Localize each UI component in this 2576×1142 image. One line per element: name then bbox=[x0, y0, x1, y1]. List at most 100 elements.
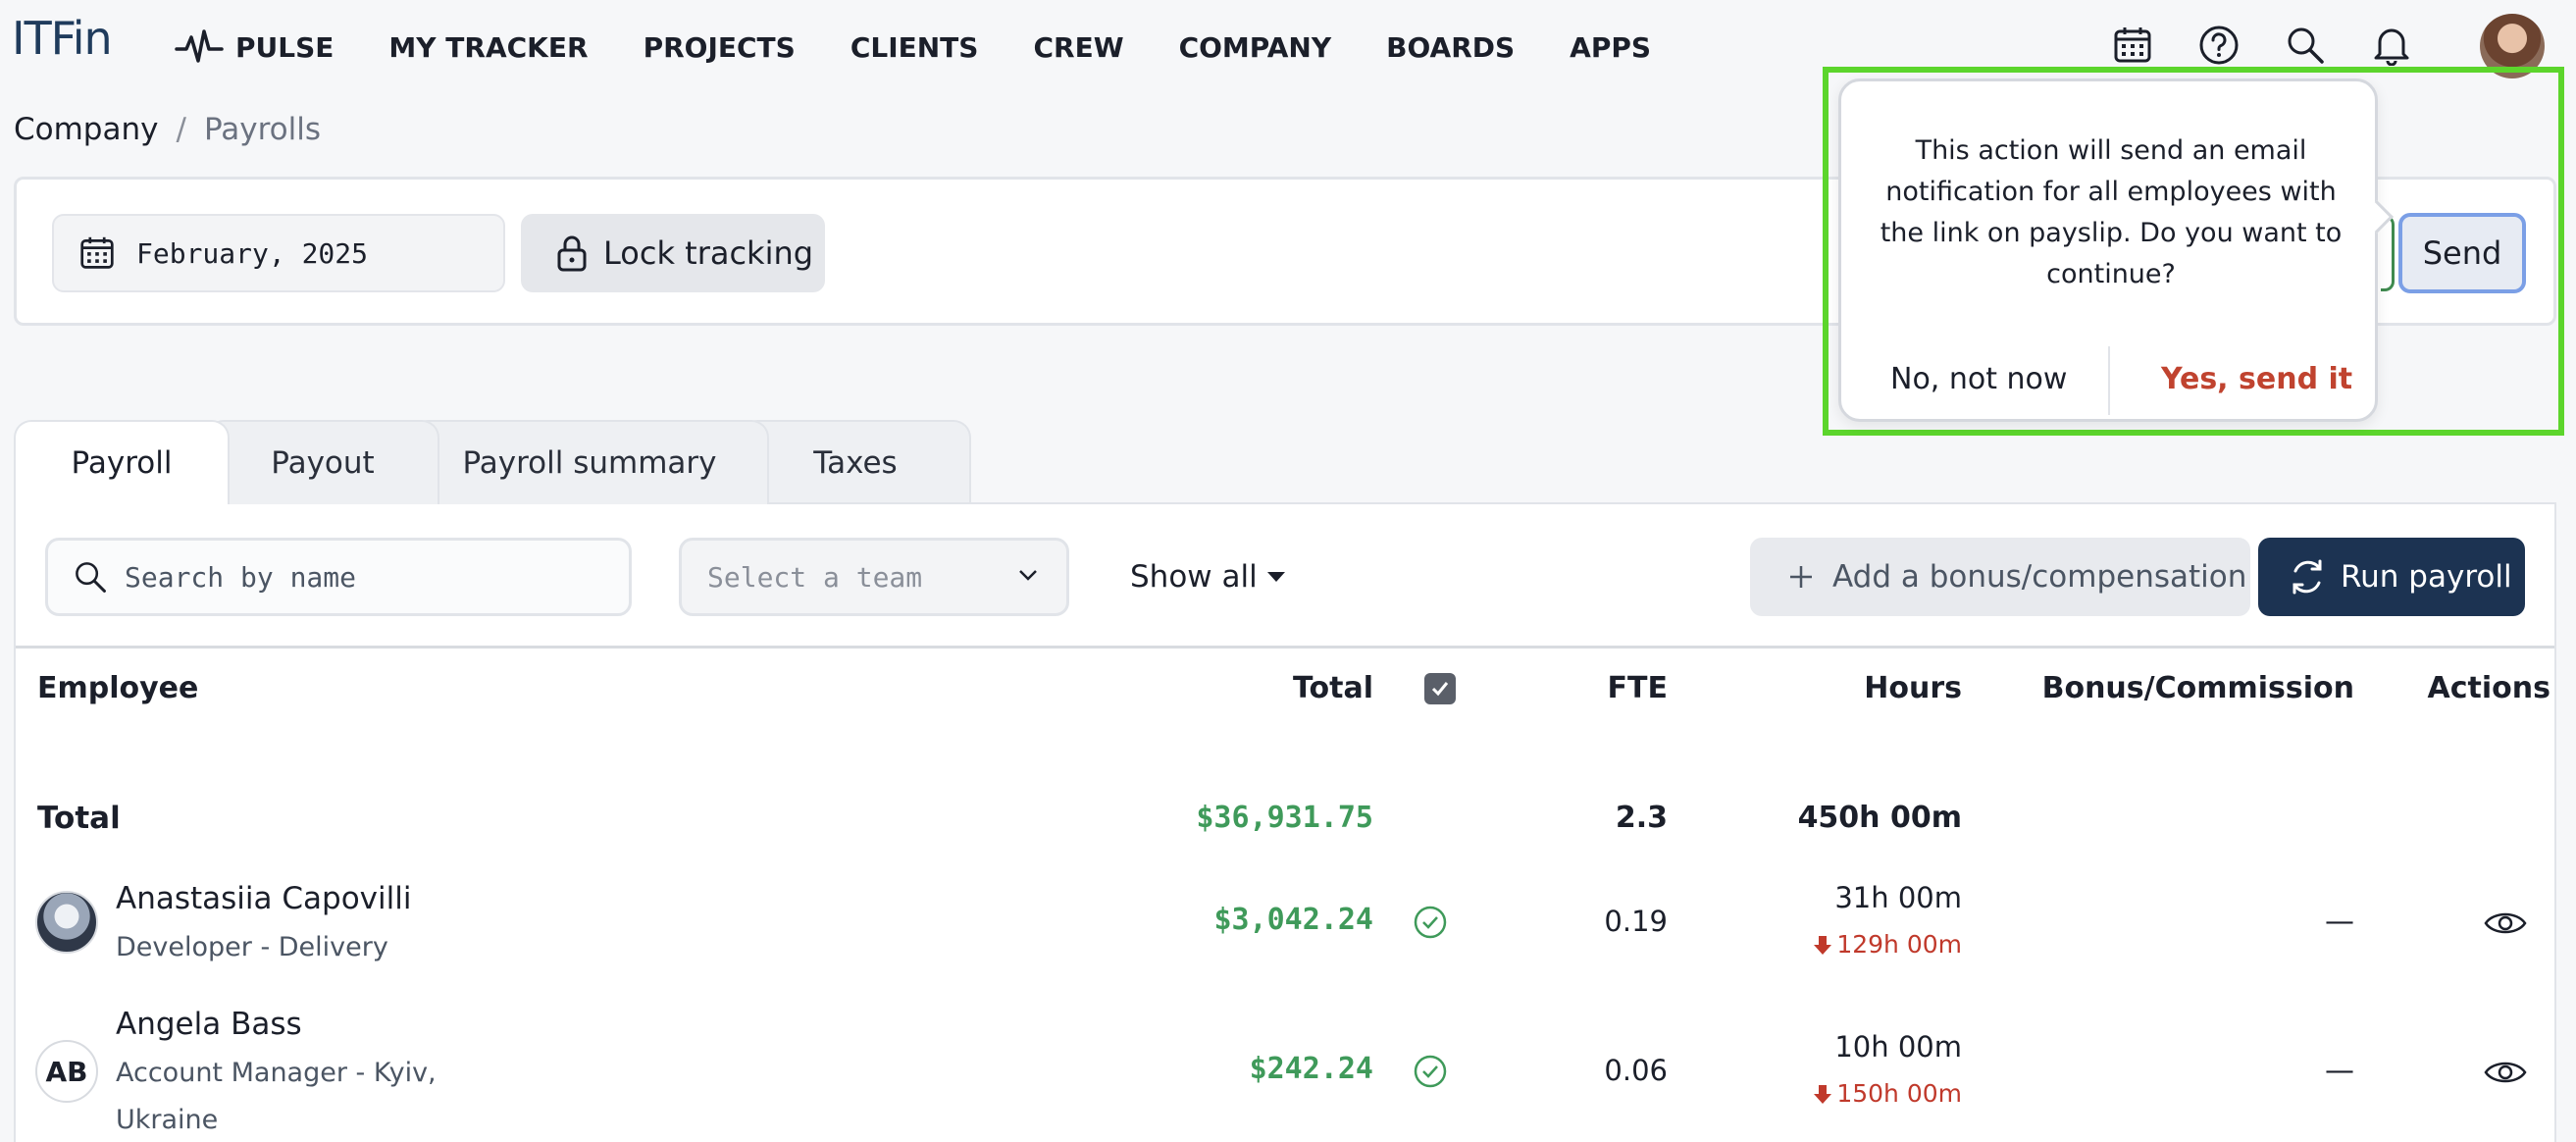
employee-name[interactable]: Anastasiia Capovilli bbox=[116, 881, 411, 916]
nav-item-boards[interactable]: BOARDS bbox=[1386, 31, 1515, 64]
nav-item-crew[interactable]: CREW bbox=[1033, 31, 1123, 64]
col-actions: Actions bbox=[2427, 671, 2550, 705]
breadcrumb: Company / Payrolls bbox=[14, 112, 321, 147]
nav-item-label: CLIENTS bbox=[850, 30, 979, 64]
check-circle-icon[interactable] bbox=[1413, 905, 1448, 940]
tab-payroll[interactable]: Payroll bbox=[14, 420, 230, 504]
col-total[interactable]: Total bbox=[1193, 671, 1373, 705]
nav-item-apps[interactable]: APPS bbox=[1570, 31, 1651, 64]
add-bonus-button[interactable]: Add a bonus/compensation bbox=[1750, 538, 2250, 616]
popover-message: This action will send an email notificat… bbox=[1880, 135, 2343, 289]
hours-deficit: 150h 00m bbox=[1762, 1079, 1962, 1108]
breadcrumb-separator: / bbox=[176, 112, 186, 147]
check-circle-icon[interactable] bbox=[1413, 1054, 1448, 1089]
nav-item-label: APPS bbox=[1570, 30, 1652, 64]
nav-item-label: PROJECTS bbox=[643, 30, 796, 64]
add-bonus-label: Add a bonus/compensation bbox=[1832, 559, 2247, 595]
nav-item-clients[interactable]: CLIENTS bbox=[850, 31, 979, 64]
payroll-panel: Search by name Select a team Show all Ad… bbox=[14, 502, 2556, 1142]
employee-bonus: — bbox=[2325, 1054, 2354, 1088]
employee-fte: 0.19 bbox=[1604, 905, 1668, 938]
employee-hours: 31h 00m bbox=[1834, 881, 1962, 914]
search-icon bbox=[76, 562, 106, 593]
employee-role: Account Manager - Kyiv, bbox=[116, 1058, 437, 1088]
employee-name[interactable]: Angela Bass bbox=[116, 1007, 302, 1042]
deficit-value: 129h 00m bbox=[1836, 930, 1962, 959]
employee-bonus: — bbox=[2325, 905, 2354, 939]
col-bonus[interactable]: Bonus/Commission bbox=[2017, 671, 2354, 705]
bell-icon[interactable] bbox=[2368, 22, 2415, 69]
col-hours[interactable]: Hours bbox=[1762, 671, 1962, 705]
check-icon bbox=[1431, 682, 1449, 697]
tab-taxes[interactable]: Taxes bbox=[740, 420, 971, 504]
popover-divider bbox=[2108, 346, 2110, 415]
nav-item-label: COMPANY bbox=[1178, 30, 1332, 64]
calendar-icon bbox=[80, 236, 114, 269]
lock-tracking-label: Lock tracking bbox=[603, 234, 814, 272]
employee-total: $242.24 bbox=[1249, 1052, 1373, 1086]
breadcrumb-company[interactable]: Company bbox=[14, 112, 158, 147]
show-all-dropdown[interactable]: Show all bbox=[1130, 559, 1285, 595]
summary-hours: 450h 00m bbox=[1797, 801, 1962, 835]
avatar: AB bbox=[35, 1040, 98, 1103]
nav-item-label: BOARDS bbox=[1386, 30, 1516, 64]
summary-label: Total bbox=[37, 801, 121, 836]
summary-fte: 2.3 bbox=[1615, 801, 1668, 835]
summary-total: $36,931.75 bbox=[1196, 801, 1373, 835]
lock-icon bbox=[557, 235, 587, 272]
run-payroll-button[interactable]: Run payroll bbox=[2258, 538, 2525, 616]
run-payroll-label: Run payroll bbox=[2341, 559, 2512, 595]
hours-deficit: 129h 00m bbox=[1762, 930, 1962, 959]
app-logo[interactable]: ITFin bbox=[12, 12, 113, 65]
tab-payout[interactable]: Payout bbox=[206, 420, 439, 504]
month-picker[interactable]: February, 2025 bbox=[52, 214, 505, 292]
chevron-down-icon bbox=[1019, 570, 1037, 581]
table-divider bbox=[16, 646, 2554, 649]
tab-label: Payout bbox=[271, 445, 375, 481]
send-confirm-popover: This action will send an email notificat… bbox=[1838, 78, 2394, 422]
nav-item-my-tracker[interactable]: MY TRACKER bbox=[388, 31, 588, 64]
caret-down-icon bbox=[1266, 572, 1285, 582]
refresh-icon bbox=[2293, 559, 2322, 595]
team-placeholder: Select a team bbox=[707, 560, 923, 594]
col-fte[interactable]: FTE bbox=[1507, 671, 1668, 705]
employee-role-cont: Ukraine bbox=[116, 1105, 219, 1135]
show-all-label: Show all bbox=[1130, 559, 1258, 595]
nav-item-label: CREW bbox=[1033, 30, 1124, 64]
month-value: February, 2025 bbox=[136, 236, 369, 270]
view-icon[interactable] bbox=[2484, 1058, 2527, 1087]
search-icon[interactable] bbox=[2282, 22, 2329, 69]
search-input[interactable]: Search by name bbox=[45, 538, 632, 616]
plus-icon bbox=[1790, 566, 1812, 588]
help-icon[interactable] bbox=[2195, 22, 2242, 69]
select-all-checkbox[interactable] bbox=[1424, 673, 1456, 704]
tab-payroll-summary[interactable]: Payroll summary bbox=[410, 420, 769, 504]
avatar-initials: AB bbox=[45, 1055, 88, 1088]
team-select[interactable]: Select a team bbox=[679, 538, 1069, 616]
search-placeholder: Search by name bbox=[125, 560, 357, 594]
tab-label: Taxes bbox=[813, 445, 898, 481]
nav-item-label: MY TRACKER bbox=[388, 30, 589, 64]
employee-total: $3,042.24 bbox=[1213, 903, 1373, 937]
calendar-icon[interactable] bbox=[2109, 22, 2156, 69]
breadcrumb-current: Payrolls bbox=[203, 112, 321, 147]
confirm-send-button[interactable]: Yes, send it bbox=[2161, 362, 2352, 396]
deficit-value: 150h 00m bbox=[1836, 1079, 1962, 1108]
avatar bbox=[35, 891, 98, 954]
nav-item-label: PULSE bbox=[235, 30, 335, 64]
col-employee[interactable]: Employee bbox=[37, 671, 198, 705]
nav-item-pulse[interactable]: PULSE bbox=[175, 27, 334, 67]
employee-role: Developer - Delivery bbox=[116, 932, 388, 962]
top-icons bbox=[2109, 22, 2454, 69]
pulse-icon bbox=[175, 29, 224, 63]
tab-label: Payroll summary bbox=[462, 445, 717, 481]
arrow-down-icon bbox=[1814, 935, 1832, 955]
view-icon[interactable] bbox=[2484, 908, 2527, 938]
lock-tracking-button[interactable]: Lock tracking bbox=[521, 214, 825, 292]
tab-label: Payroll bbox=[71, 445, 173, 481]
employee-fte: 0.06 bbox=[1604, 1054, 1668, 1087]
nav-item-projects[interactable]: PROJECTS bbox=[644, 31, 796, 64]
nav-menu: PULSE MY TRACKER PROJECTS CLIENTS CREW C… bbox=[175, 27, 1706, 67]
nav-item-company[interactable]: COMPANY bbox=[1179, 31, 1332, 64]
cancel-button[interactable]: No, not now bbox=[1890, 362, 2067, 396]
